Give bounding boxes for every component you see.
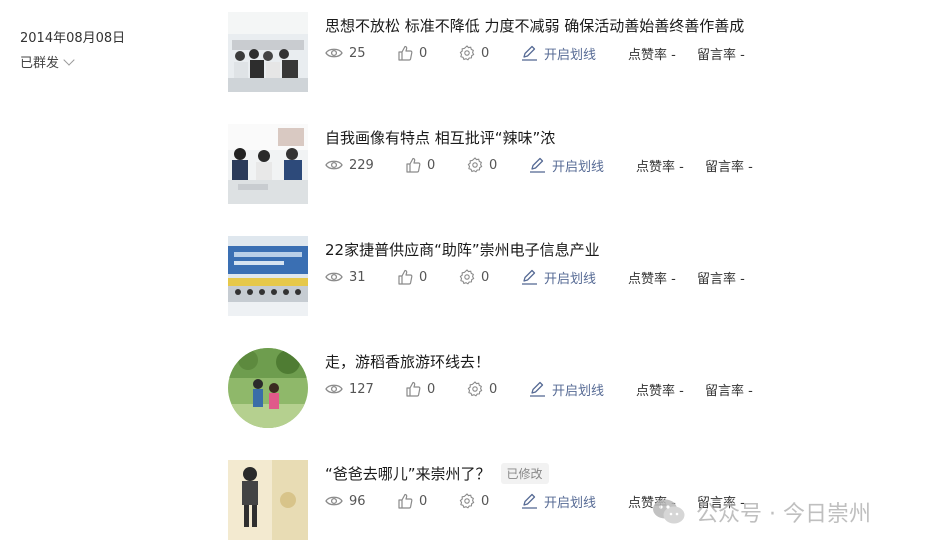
likes-count: 0 bbox=[419, 269, 428, 285]
highlight-button[interactable]: 开启划线 bbox=[529, 380, 605, 399]
shares-stat: 0 bbox=[467, 156, 497, 174]
likes-count: 0 bbox=[419, 45, 428, 61]
article-item[interactable]: 思想不放松 标准不降低 力度不减弱 确保活动善始善终善作善成 25 0 0 开启… bbox=[228, 12, 868, 92]
article-thumbnail[interactable] bbox=[228, 124, 308, 204]
article-title[interactable]: 走，游稻香旅游环线去！ bbox=[325, 351, 490, 372]
highlight-button[interactable]: 开启划线 bbox=[521, 268, 597, 287]
thumbs-up-icon bbox=[398, 493, 413, 509]
views-count: 96 bbox=[349, 493, 366, 509]
highlight-label: 开启划线 bbox=[552, 159, 605, 175]
gear-icon bbox=[459, 45, 475, 61]
status-dropdown[interactable]: 已群发 bbox=[20, 52, 125, 71]
article-item[interactable]: 22家捷普供应商“助阵”崇州电子信息产业 31 0 0 开启划线 点赞率 - 留… bbox=[228, 236, 868, 316]
like-rate: 点赞率 - bbox=[628, 271, 676, 287]
shares-stat: 0 bbox=[459, 268, 489, 286]
watermark-text: 公众号 · 今日崇州 bbox=[696, 502, 871, 527]
shares-stat: 0 bbox=[459, 44, 489, 62]
article-title-text: “爸爸去哪儿”来崇州了？ bbox=[325, 465, 491, 483]
watermark: 公众号 · 今日崇州 bbox=[652, 496, 871, 528]
like-rate: 点赞率 - bbox=[628, 47, 676, 63]
pen-icon bbox=[530, 157, 545, 173]
publish-date: 2014年08月08日 bbox=[20, 31, 126, 46]
likes-stat: 0 bbox=[405, 156, 435, 174]
shares-stat: 0 bbox=[459, 492, 489, 510]
highlight-label: 开启划线 bbox=[544, 495, 597, 511]
pen-icon bbox=[522, 269, 537, 285]
likes-count: 0 bbox=[427, 157, 436, 173]
shares-count: 0 bbox=[481, 493, 490, 509]
article-title[interactable]: 22家捷普供应商“助阵”崇州电子信息产业 bbox=[325, 239, 600, 260]
highlight-label: 开启划线 bbox=[544, 271, 597, 287]
pen-icon bbox=[530, 381, 545, 397]
views-stat: 25 bbox=[325, 44, 366, 62]
views-stat: 31 bbox=[325, 268, 366, 286]
likes-stat: 0 bbox=[397, 492, 427, 510]
highlight-label: 开启划线 bbox=[544, 47, 597, 63]
article-title[interactable]: “爸爸去哪儿”来崇州了？ 已修改 bbox=[325, 463, 549, 484]
thumbs-up-icon bbox=[406, 157, 421, 173]
gear-icon bbox=[467, 157, 483, 173]
article-thumbnail[interactable] bbox=[228, 236, 308, 316]
date-column: 2014年08月08日 已群发 bbox=[20, 30, 125, 71]
chevron-down-icon bbox=[63, 53, 75, 66]
shares-count: 0 bbox=[481, 269, 490, 285]
article-title-text: 22家捷普供应商“助阵”崇州电子信息产业 bbox=[325, 241, 600, 259]
views-count: 127 bbox=[349, 381, 374, 397]
views-stat: 127 bbox=[325, 380, 374, 398]
likes-count: 0 bbox=[419, 493, 428, 509]
wechat-icon bbox=[653, 499, 685, 524]
likes-stat: 0 bbox=[405, 380, 435, 398]
shares-count: 0 bbox=[489, 157, 498, 173]
article-item[interactable]: 自我画像有特点 相互批评“辣味”浓 229 0 0 开启划线 点赞率 - 留言率… bbox=[228, 124, 868, 204]
article-thumbnail[interactable] bbox=[228, 460, 308, 540]
gear-icon bbox=[467, 381, 483, 397]
article-title-text: 走，游稻香旅游环线去！ bbox=[325, 353, 491, 371]
article-item[interactable]: 走，游稻香旅游环线去！ 127 0 0 开启划线 点赞率 - 留言率 - bbox=[228, 348, 868, 428]
highlight-button[interactable]: 开启划线 bbox=[521, 492, 597, 511]
gear-icon bbox=[459, 269, 475, 285]
views-count: 229 bbox=[349, 157, 374, 173]
like-rate: 点赞率 - bbox=[636, 159, 684, 175]
article-thumbnail[interactable] bbox=[228, 348, 308, 428]
eye-icon bbox=[325, 160, 343, 170]
article-thumbnail[interactable] bbox=[228, 12, 308, 92]
views-stat: 229 bbox=[325, 156, 374, 174]
article-title[interactable]: 思想不放松 标准不降低 力度不减弱 确保活动善始善终善作善成 bbox=[325, 15, 744, 36]
pen-icon bbox=[522, 45, 537, 61]
views-stat: 96 bbox=[325, 492, 366, 510]
article-title[interactable]: 自我画像有特点 相互批评“辣味”浓 bbox=[325, 127, 555, 148]
eye-icon bbox=[325, 272, 343, 282]
article-title-text: 思想不放松 标准不降低 力度不减弱 确保活动善始善终善作善成 bbox=[325, 17, 745, 35]
highlight-button[interactable]: 开启划线 bbox=[529, 156, 605, 175]
comment-rate: 留言率 - bbox=[697, 47, 745, 63]
gear-icon bbox=[459, 493, 475, 509]
likes-count: 0 bbox=[427, 381, 436, 397]
thumbs-up-icon bbox=[398, 45, 413, 61]
like-rate: 点赞率 - bbox=[636, 383, 684, 399]
eye-icon bbox=[325, 496, 343, 506]
shares-count: 0 bbox=[489, 381, 498, 397]
eye-icon bbox=[325, 48, 343, 58]
shares-stat: 0 bbox=[467, 380, 497, 398]
thumbs-up-icon bbox=[398, 269, 413, 285]
pen-icon bbox=[522, 493, 537, 509]
highlight-button[interactable]: 开启划线 bbox=[521, 44, 597, 63]
modified-badge: 已修改 bbox=[500, 463, 549, 484]
comment-rate: 留言率 - bbox=[705, 383, 753, 399]
views-count: 25 bbox=[349, 45, 366, 61]
comment-rate: 留言率 - bbox=[705, 159, 753, 175]
shares-count: 0 bbox=[481, 45, 490, 61]
highlight-label: 开启划线 bbox=[552, 383, 605, 399]
views-count: 31 bbox=[349, 269, 366, 285]
article-title-text: 自我画像有特点 相互批评“辣味”浓 bbox=[325, 129, 556, 147]
status-label: 已群发 bbox=[20, 56, 60, 71]
eye-icon bbox=[325, 384, 343, 394]
comment-rate: 留言率 - bbox=[697, 271, 745, 287]
likes-stat: 0 bbox=[397, 268, 427, 286]
thumbs-up-icon bbox=[406, 381, 421, 397]
likes-stat: 0 bbox=[397, 44, 427, 62]
